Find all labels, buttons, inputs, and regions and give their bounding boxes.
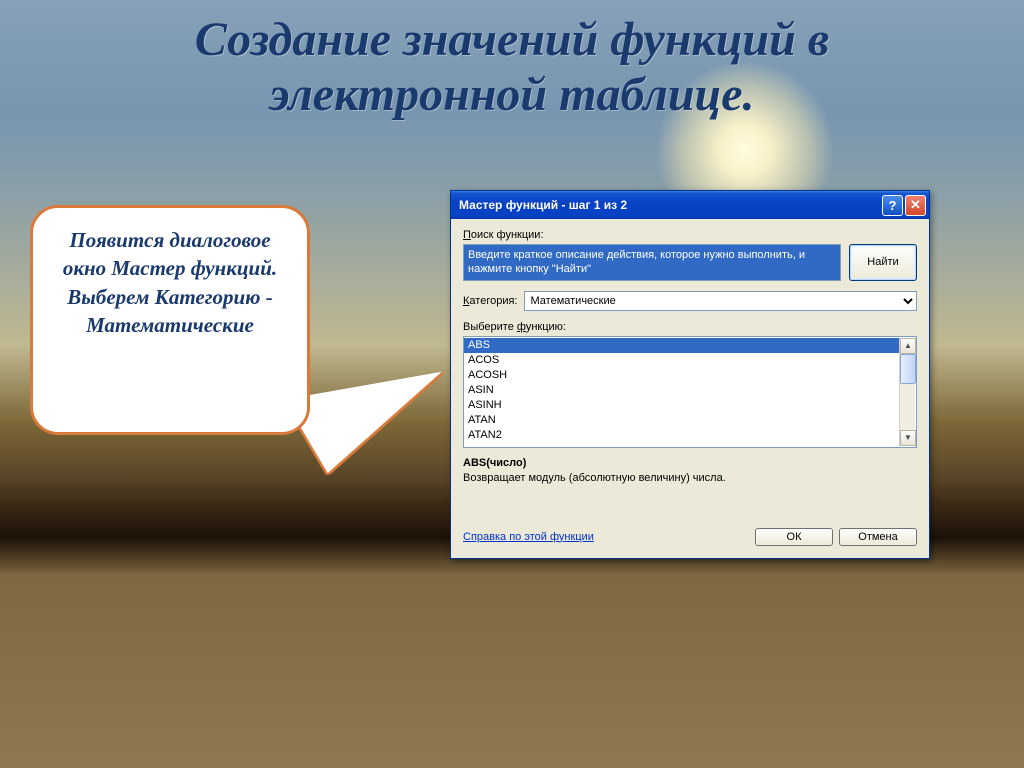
help-link[interactable]: Справка по этой функции <box>463 531 755 543</box>
dialog-titlebar[interactable]: Мастер функций - шаг 1 из 2 ? ✕ <box>451 191 929 219</box>
titlebar-help-button[interactable]: ? <box>882 195 903 216</box>
titlebar-close-button[interactable]: ✕ <box>905 195 926 216</box>
select-function-label: Выберите функцию: <box>463 321 917 333</box>
scroll-up-button[interactable]: ▲ <box>900 338 916 354</box>
speech-bubble: Появится диалоговое окно Мастер функций.… <box>30 205 310 435</box>
function-listbox[interactable]: ABS ACOS ACOSH ASIN ASINH ATAN ATAN2 ▲ ▼ <box>463 336 917 448</box>
list-item[interactable]: ACOSH <box>464 368 916 383</box>
function-wizard-dialog: Мастер функций - шаг 1 из 2 ? ✕ Поиск фу… <box>450 190 930 559</box>
scroll-thumb[interactable] <box>900 354 916 384</box>
help-icon: ? <box>889 198 897 213</box>
slide-title: Создание значений функций в электронной … <box>62 12 962 122</box>
list-item[interactable]: ACOS <box>464 353 916 368</box>
ok-button[interactable]: ОК <box>755 528 833 546</box>
dialog-title: Мастер функций - шаг 1 из 2 <box>459 198 882 212</box>
function-description: ABS(число) Возвращает модуль (абсолютную… <box>463 456 917 504</box>
cancel-button[interactable]: Отмена <box>839 528 917 546</box>
function-description-text: Возвращает модуль (абсолютную величину) … <box>463 472 726 484</box>
find-button[interactable]: Найти <box>849 244 917 281</box>
search-label: Поиск функции: <box>463 229 917 241</box>
category-select[interactable]: Математические <box>524 291 918 311</box>
search-input[interactable]: Введите краткое описание действия, котор… <box>463 244 841 281</box>
list-item[interactable]: ASIN <box>464 383 916 398</box>
list-item[interactable]: ABS <box>464 338 916 353</box>
list-item[interactable]: ATAN2 <box>464 428 916 443</box>
chevron-down-icon: ▼ <box>904 433 912 442</box>
function-signature: ABS(число) <box>463 457 526 469</box>
list-item[interactable]: ASINH <box>464 398 916 413</box>
chevron-up-icon: ▲ <box>904 341 912 350</box>
listbox-scrollbar[interactable]: ▲ ▼ <box>899 338 915 446</box>
category-label: Категория: <box>463 295 518 307</box>
close-icon: ✕ <box>910 197 921 213</box>
scroll-down-button[interactable]: ▼ <box>900 430 916 446</box>
list-item[interactable]: ATAN <box>464 413 916 428</box>
